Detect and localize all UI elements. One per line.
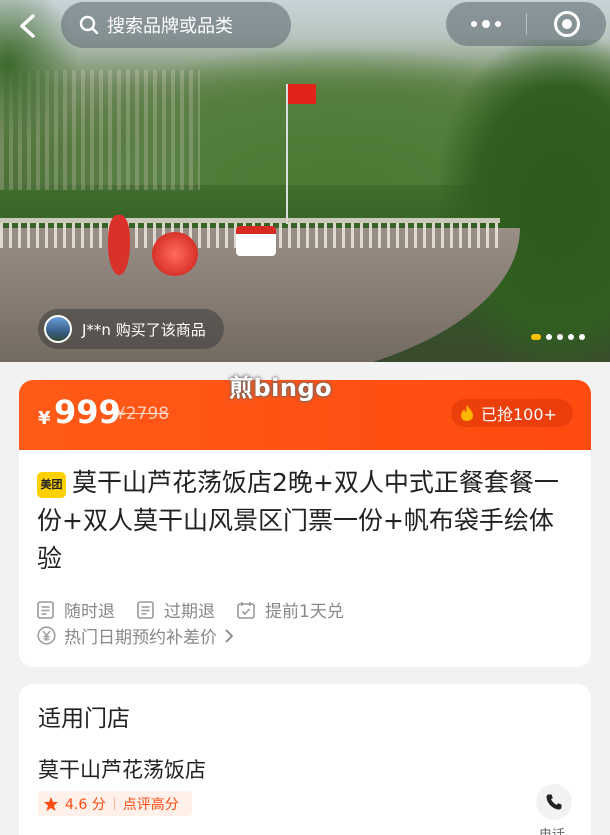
more-button[interactable] bbox=[446, 2, 526, 46]
tag-refund-expired: 过期退 bbox=[137, 597, 215, 622]
document-icon bbox=[37, 600, 54, 619]
mini-program-capsule bbox=[446, 2, 606, 46]
flower-decoration bbox=[108, 215, 130, 275]
meituan-badge: 美团 bbox=[37, 472, 66, 498]
original-price: ¥2798 bbox=[115, 404, 170, 424]
carousel-indicator bbox=[531, 334, 585, 340]
currency-symbol: ¥ bbox=[38, 408, 51, 429]
flagpole bbox=[286, 84, 288, 224]
tag-label: 随时退 bbox=[64, 602, 115, 622]
carousel-dot bbox=[579, 334, 585, 340]
carousel-dot bbox=[531, 334, 541, 340]
avatar bbox=[44, 315, 72, 343]
rating-score: 4.6 分 bbox=[65, 796, 106, 813]
search-placeholder: 搜索品牌或品类 bbox=[107, 16, 233, 37]
rating-badge: 4.6 分 点评高分 bbox=[38, 791, 192, 816]
hot-date-surcharge-link[interactable]: 热门日期预约补差价 bbox=[37, 623, 243, 648]
search-bar[interactable]: 搜索品牌或品类 bbox=[61, 2, 291, 48]
hot-date-label: 热门日期预约补差价 bbox=[64, 628, 217, 648]
tag-label: 过期退 bbox=[164, 602, 215, 622]
call-button[interactable] bbox=[536, 784, 572, 820]
flag bbox=[288, 84, 316, 104]
product-title: 美团 莫干山芦花荡饭店2晚+双人中式正餐套餐一份+双人莫干山风景区门票一份+帆布袋… bbox=[37, 464, 567, 578]
recent-buyer-bubble: J**n 购买了该商品 bbox=[38, 309, 224, 349]
sold-count: 已抢100+ bbox=[481, 405, 557, 424]
yuan-coin-icon bbox=[37, 626, 56, 645]
policy-tags: 随时退 过期退 提前1天兑 bbox=[37, 597, 344, 622]
star-icon bbox=[44, 796, 58, 811]
calendar-check-icon bbox=[237, 601, 255, 619]
store-card: 适用门店 莫干山芦花荡饭店 4.6 分 点评高分 电话 bbox=[19, 684, 591, 835]
product-card: 美团 莫干山芦花荡饭店2晚+双人中式正餐套餐一份+双人莫干山风景区门票一份+帆布袋… bbox=[19, 450, 591, 667]
fire-icon bbox=[461, 405, 473, 421]
phone-icon bbox=[546, 794, 562, 810]
tag-label: 提前1天兑 bbox=[265, 602, 344, 622]
search-icon bbox=[79, 15, 99, 35]
document-icon bbox=[137, 600, 154, 619]
close-mini-program-button[interactable] bbox=[527, 2, 606, 46]
carousel-dot bbox=[557, 334, 563, 340]
rating-divider bbox=[113, 797, 115, 810]
carousel-dot bbox=[546, 334, 552, 340]
hero-image bbox=[0, 0, 610, 362]
back-button[interactable] bbox=[8, 6, 48, 46]
watermark-text: 煎bingo bbox=[229, 374, 333, 402]
target-circle-icon bbox=[553, 11, 580, 37]
chevron-left-icon bbox=[20, 14, 35, 38]
more-dots-icon bbox=[471, 20, 501, 28]
store-name[interactable]: 莫干山芦花荡饭店 bbox=[38, 754, 206, 784]
sold-count-badge: 已抢100+ bbox=[451, 399, 573, 427]
call-label: 电话 bbox=[539, 824, 565, 835]
chevron-right-icon bbox=[225, 628, 234, 643]
store-section-heading: 适用门店 bbox=[38, 706, 130, 732]
tag-refund-anytime: 随时退 bbox=[37, 597, 115, 622]
current-price: 999 bbox=[54, 393, 121, 431]
product-title-text: 莫干山芦花荡饭店2晚+双人中式正餐套餐一份+双人莫干山风景区门票一份+帆布袋手绘… bbox=[37, 468, 559, 573]
buyer-notice: J**n 购买了该商品 bbox=[82, 320, 206, 339]
red-umbrella bbox=[152, 232, 198, 276]
carousel-dot bbox=[568, 334, 574, 340]
rating-label: 点评高分 bbox=[122, 796, 179, 813]
tag-advance-redeem: 提前1天兑 bbox=[237, 597, 344, 622]
white-piano bbox=[236, 226, 276, 256]
